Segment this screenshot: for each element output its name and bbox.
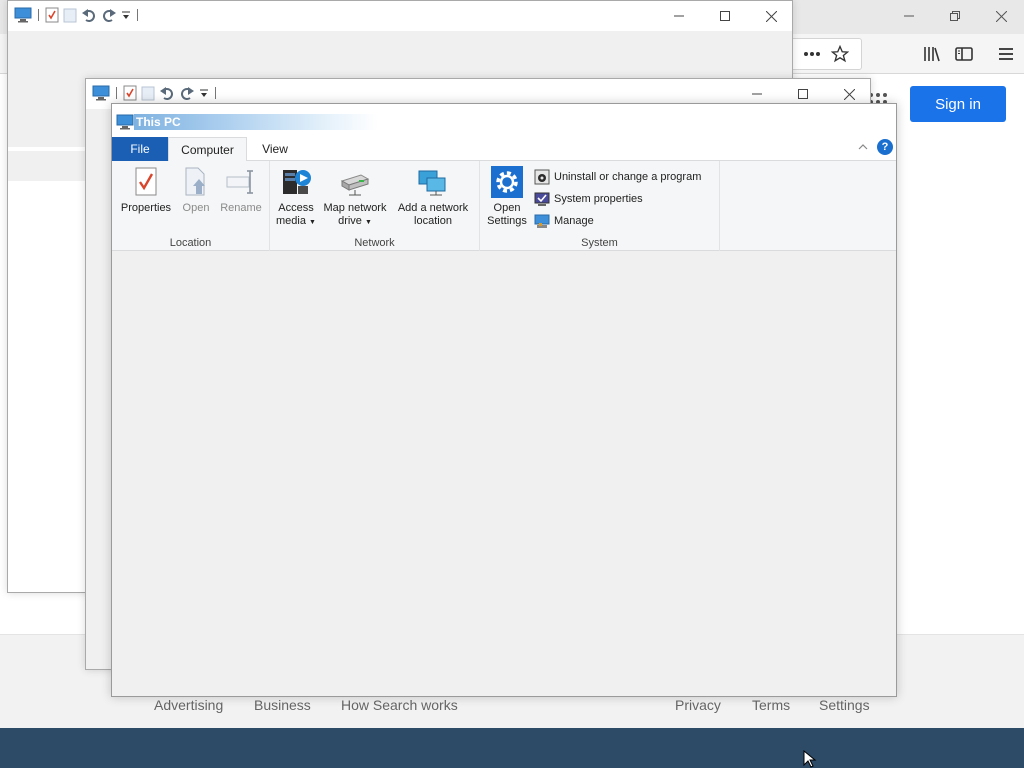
rename-icon (224, 165, 258, 199)
redo-icon[interactable] (179, 85, 195, 101)
customize-toolbar-icon[interactable] (121, 10, 131, 20)
footer-link-privacy[interactable]: Privacy (675, 697, 721, 713)
ribbon-group-location: Properties Open Rename Location (112, 161, 270, 251)
map-network-drive-button[interactable]: Map network drive ▼ (320, 165, 390, 229)
add-network-location-label-line1: Add a network (397, 202, 469, 214)
ribbon-group-label-network: Network (354, 237, 395, 249)
new-folder-icon[interactable] (141, 85, 155, 101)
system-properties-icon (534, 191, 550, 207)
open-settings-button[interactable]: Open Settings (482, 165, 532, 228)
ribbon: Properties Open Rename Location Access m… (112, 161, 896, 251)
access-media-label-line1: Access (278, 202, 314, 214)
open-settings-label-line2: Settings (487, 215, 527, 227)
footer-link-settings[interactable]: Settings (819, 697, 870, 713)
library-icon[interactable] (920, 42, 944, 66)
window-title: This PC (134, 114, 378, 130)
browser-minimize-button[interactable] (886, 0, 932, 32)
window-titlebar: This PC (112, 104, 896, 137)
uninstall-program-icon (534, 169, 550, 185)
map-network-drive-label-text: drive (338, 215, 362, 227)
manage-label: Manage (554, 215, 594, 227)
access-media-label-line2: media ▼ (276, 215, 316, 229)
footer-link-terms[interactable]: Terms (752, 697, 790, 713)
computer-icon (116, 114, 134, 130)
open-button[interactable]: Open (176, 165, 216, 215)
footer-link-business[interactable]: Business (254, 697, 311, 713)
footer-bar (0, 728, 1024, 768)
browser-restore-button[interactable] (932, 0, 978, 32)
collapse-ribbon-icon[interactable] (856, 140, 870, 154)
open-label: Open (182, 202, 210, 214)
uninstall-program-button[interactable]: Uninstall or change a program (534, 167, 701, 187)
access-media-button[interactable]: Access media ▼ (272, 165, 320, 229)
help-icon[interactable]: ? (877, 139, 893, 155)
properties-icon[interactable] (45, 7, 59, 23)
quick-access-toolbar (92, 85, 218, 101)
quick-access-toolbar (14, 7, 140, 23)
manage-button[interactable]: Manage (534, 211, 594, 231)
rename-label: Rename (220, 202, 262, 214)
tab-view[interactable]: View (247, 137, 303, 161)
properties-icon (129, 165, 163, 199)
add-network-location-label-line2: location (414, 215, 452, 227)
bookmark-star-icon[interactable] (828, 42, 852, 66)
rename-button[interactable]: Rename (216, 165, 266, 215)
file-view-area[interactable] (112, 252, 896, 696)
footer-link-advertising[interactable]: Advertising (154, 697, 223, 713)
properties-button[interactable]: Properties (118, 165, 174, 215)
system-properties-button[interactable]: System properties (534, 189, 643, 209)
dropdown-arrow-icon: ▼ (364, 219, 372, 226)
system-properties-label: System properties (554, 193, 643, 205)
customize-toolbar-icon[interactable] (199, 88, 209, 98)
browser-close-button[interactable] (978, 0, 1024, 32)
footer-link-how-search-works[interactable]: How Search works (341, 697, 458, 713)
menu-hamburger-icon[interactable] (994, 42, 1018, 66)
network-location-icon (416, 165, 450, 199)
ribbon-group-network: Access media ▼ Map network drive ▼ Add a… (270, 161, 480, 251)
map-network-drive-label-line1: Map network (323, 202, 387, 214)
page-actions-icon[interactable] (800, 42, 824, 66)
open-icon (179, 165, 213, 199)
dropdown-arrow-icon: ▼ (309, 219, 316, 226)
redo-icon[interactable] (101, 7, 117, 23)
computer-icon (92, 85, 110, 101)
access-media-label-text: media (276, 215, 306, 227)
sign-in-button[interactable]: Sign in (910, 86, 1006, 122)
this-pc-window[interactable]: This PC File Computer View ? Properties … (111, 103, 897, 697)
new-folder-icon[interactable] (63, 7, 77, 23)
mouse-cursor-icon (803, 750, 817, 768)
computer-management-icon (534, 213, 550, 229)
uninstall-program-label: Uninstall or change a program (554, 171, 702, 183)
ribbon-group-label-location: Location (169, 237, 212, 249)
tab-file[interactable]: File (112, 137, 168, 161)
media-server-icon (279, 165, 313, 199)
undo-icon[interactable] (159, 85, 175, 101)
properties-icon[interactable] (123, 85, 137, 101)
ribbon-group-label-system: System (581, 237, 618, 249)
sidebar-toggle-icon[interactable] (952, 42, 976, 66)
ribbon-tabs: File Computer View (112, 137, 896, 162)
computer-icon (14, 7, 32, 23)
network-drive-icon (338, 165, 372, 199)
window-titlebar (8, 1, 792, 31)
settings-gear-icon (490, 165, 524, 199)
add-network-location-button[interactable]: Add a network location (392, 165, 474, 228)
minimize-button[interactable] (656, 1, 702, 31)
undo-icon[interactable] (81, 7, 97, 23)
open-settings-label-line1: Open (493, 202, 521, 214)
properties-label: Properties (120, 202, 172, 214)
close-button[interactable] (748, 1, 794, 31)
tab-computer[interactable]: Computer (168, 137, 247, 162)
map-network-drive-label-line2: drive ▼ (338, 215, 372, 229)
maximize-button[interactable] (702, 1, 748, 31)
